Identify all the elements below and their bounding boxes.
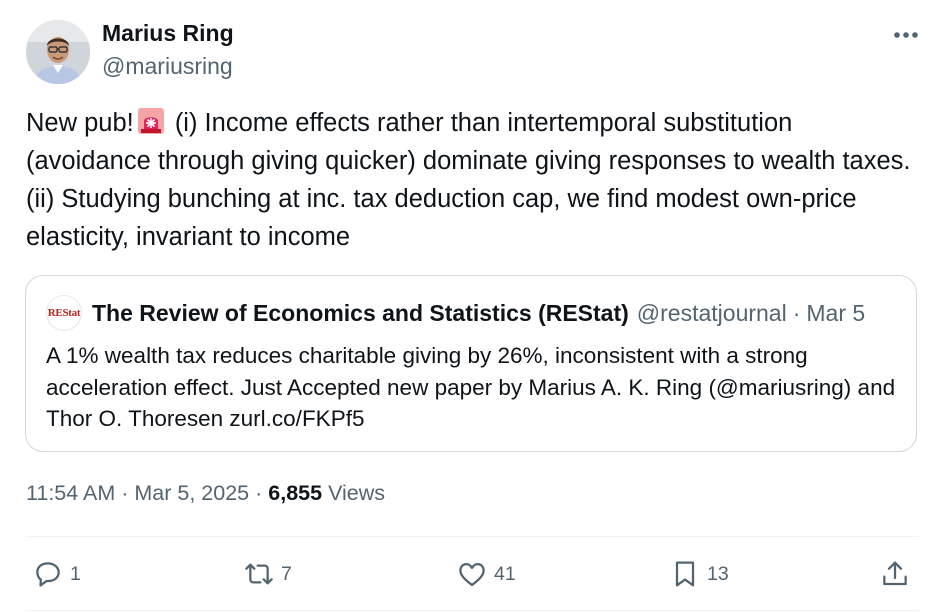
bookmark-button[interactable]: 13 xyxy=(669,556,729,592)
meta-separator: · xyxy=(121,481,129,505)
divider-bottom xyxy=(26,610,919,611)
quote-display-name[interactable]: The Review of Economics and Statistics (… xyxy=(92,300,629,327)
tweet-text-start: New pub! xyxy=(26,109,134,137)
views-count: 6,855 xyxy=(268,481,323,505)
like-icon xyxy=(459,563,485,587)
quote-text: A 1% wealth tax reduces charitable givin… xyxy=(46,343,896,431)
avatar[interactable] xyxy=(26,20,90,84)
tweet-text: New pub! (i) Income effects rather than … xyxy=(26,104,911,256)
retweet-count: 7 xyxy=(281,562,292,585)
quote-handle[interactable]: @restatjournal xyxy=(637,300,787,327)
quote-tweet-card[interactable]: REStat The Review of Economics and Stati… xyxy=(25,275,917,452)
author-display-name[interactable]: Marius Ring xyxy=(102,20,234,47)
more-icon xyxy=(894,32,918,38)
tweet-date[interactable]: Mar 5, 2025 xyxy=(134,481,249,505)
bookmark-icon xyxy=(675,561,695,587)
more-button[interactable] xyxy=(888,20,924,50)
author-handle[interactable]: @mariusring xyxy=(102,53,233,80)
quote-separator: · xyxy=(792,299,801,326)
reply-button[interactable]: 1 xyxy=(32,556,81,592)
meta-separator: · xyxy=(255,481,263,505)
retweet-button[interactable]: 7 xyxy=(243,556,292,592)
like-count: 41 xyxy=(494,562,516,585)
retweet-icon xyxy=(245,563,273,585)
like-button[interactable]: 41 xyxy=(456,556,516,592)
divider-top xyxy=(26,536,919,537)
views-label: Views xyxy=(328,481,386,505)
quote-avatar[interactable]: REStat xyxy=(46,295,82,331)
share-button[interactable] xyxy=(879,556,911,592)
tweet-time[interactable]: 11:54 AM xyxy=(26,481,115,505)
tweet-meta: 11:54 AM · Mar 5, 2025 · 6,855 Views xyxy=(26,481,385,506)
reply-icon xyxy=(36,562,60,587)
restat-logo: REStat xyxy=(47,307,81,319)
siren-emoji-icon xyxy=(137,108,164,134)
bookmark-count: 13 xyxy=(707,562,729,585)
quote-date[interactable]: Mar 5 xyxy=(806,300,865,327)
reply-count: 1 xyxy=(70,562,81,585)
avatar-photo xyxy=(26,20,90,84)
share-icon xyxy=(883,561,907,586)
quote-header: REStat The Review of Economics and Stati… xyxy=(46,295,865,331)
